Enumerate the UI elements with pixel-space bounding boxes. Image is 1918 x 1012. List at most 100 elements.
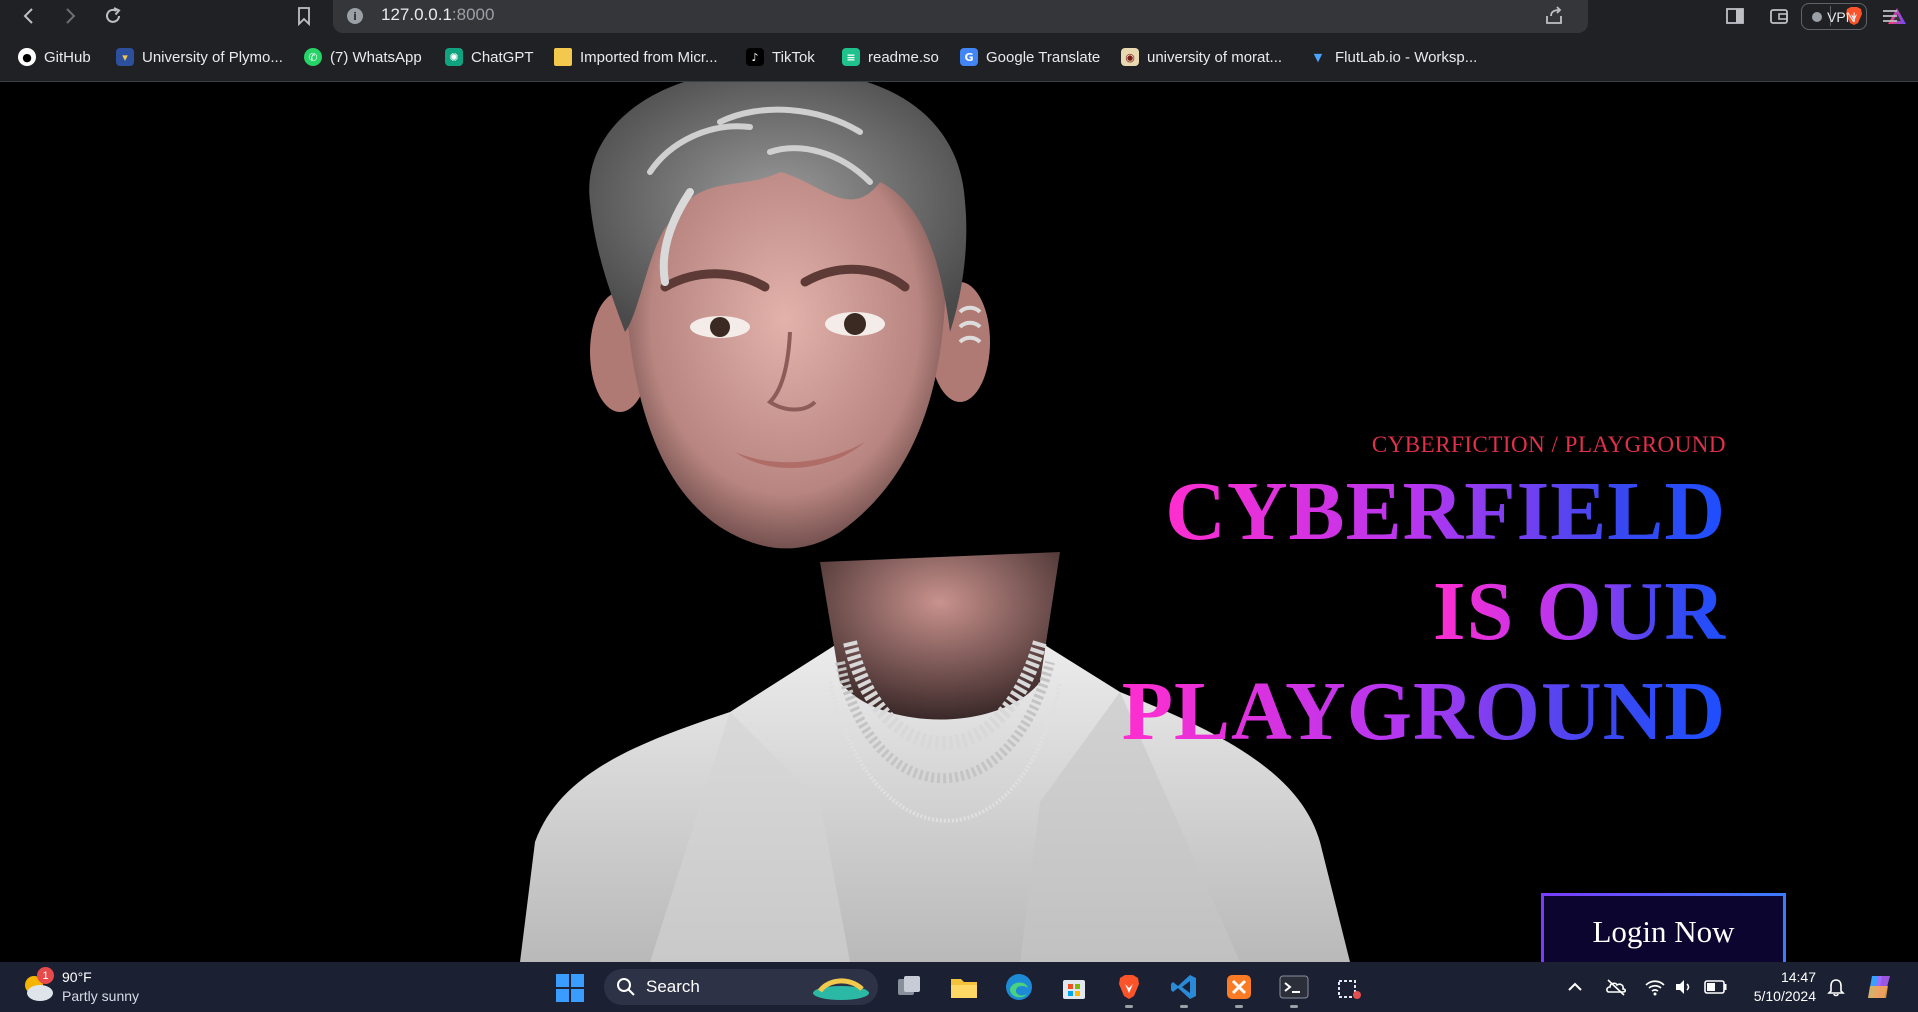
- hero-subtitle: CYBERFICTION / PLAYGROUND: [1371, 432, 1726, 457]
- clock-time: 14:47: [1780, 969, 1816, 985]
- page-viewport: CYBERFICTION / PLAYGROUND CYBERFIELD IS …: [0, 82, 1918, 962]
- terminal-icon: [1279, 975, 1309, 999]
- running-indicator: [1180, 1005, 1188, 1008]
- weather-description: Partly sunny: [62, 988, 140, 1004]
- partly-sunny-icon: 1: [20, 967, 56, 1005]
- reload-icon: [106, 7, 121, 23]
- battery-icon[interactable]: [1704, 978, 1728, 996]
- flutlab-icon: ▼: [1313, 50, 1323, 64]
- notification-bell-icon[interactable]: [1826, 977, 1846, 997]
- system-clock[interactable]: 14:47 5/10/2024: [1740, 968, 1816, 1006]
- bookmark-label: Google Translate: [986, 48, 1101, 66]
- bookmark-flutlab[interactable]: ▼ FlutLab.io - Worksp...: [1309, 45, 1478, 69]
- bookmark-page-button[interactable]: [291, 3, 317, 29]
- bookmark-label: TikTok: [772, 48, 815, 66]
- copilot-icon[interactable]: [1864, 972, 1896, 1002]
- vscode-button[interactable]: [1168, 971, 1200, 1008]
- browser-toolbar: i 127.0.0.1:8000 VPN: [0, 0, 1918, 33]
- search-highlight-art-icon: [813, 978, 869, 1000]
- share-icon[interactable]: [1543, 5, 1565, 27]
- wallet-icon[interactable]: [1768, 5, 1790, 27]
- snipping-tool-icon: [1338, 980, 1361, 999]
- readme-icon: ≡: [842, 48, 860, 66]
- onedrive-offline-icon[interactable]: [1605, 977, 1627, 997]
- forward-button[interactable]: [57, 3, 83, 29]
- bookmark-label: FlutLab.io - Worksp...: [1335, 48, 1478, 66]
- github-icon: ●: [18, 48, 36, 66]
- tiktok-icon: ♪: [746, 48, 764, 66]
- clock-date: 5/10/2024: [1753, 988, 1816, 1004]
- bookmarks-bar: ● GitHub ▾ University of Plymo... ✆ (7) …: [0, 33, 1918, 82]
- login-now-button[interactable]: Login Now: [1541, 893, 1786, 962]
- bookmark-label: university of morat...: [1147, 48, 1283, 66]
- bookmark-chatgpt[interactable]: ✺ ChatGPT: [445, 45, 534, 69]
- search-label: Search: [646, 977, 700, 996]
- running-indicator: [1125, 1005, 1133, 1008]
- microsoft-store-icon: [1063, 980, 1085, 999]
- chatgpt-icon: ✺: [445, 48, 463, 66]
- snipping-tool-button[interactable]: [1333, 971, 1365, 1003]
- bookmark-university-of-plymouth[interactable]: ▾ University of Plymo...: [116, 45, 283, 69]
- volume-icon[interactable]: [1673, 977, 1693, 997]
- bookmark-label: readme.so: [868, 48, 939, 66]
- xampp-icon: [1227, 975, 1251, 999]
- terminal-button[interactable]: [1278, 971, 1310, 1008]
- running-indicator: [1290, 1005, 1298, 1008]
- brave-browser-icon: [1119, 975, 1139, 999]
- edge-browser-button[interactable]: [1003, 971, 1035, 1003]
- weather-widget[interactable]: 1 90°F Partly sunny: [20, 967, 139, 1006]
- bookmark-label: Imported from Micr...: [580, 48, 718, 66]
- hero-headline-line-1: CYBERFIELD: [1165, 462, 1726, 562]
- url-port: :8000: [451, 5, 495, 24]
- microsoft-store-button[interactable]: [1058, 971, 1090, 1003]
- taskbar: 1 90°F Partly sunny Search 14:47 5/10/20…: [0, 962, 1918, 1012]
- weather-notification-badge: 1: [37, 967, 54, 984]
- bookmark-label: ChatGPT: [471, 48, 534, 66]
- hero-headline-line-3: PLAYGROUND: [1122, 662, 1726, 762]
- xampp-button[interactable]: [1223, 971, 1255, 1008]
- hamburger-menu-icon[interactable]: [1880, 6, 1900, 26]
- brave-browser-button[interactable]: [1113, 971, 1145, 1008]
- wifi-icon[interactable]: [1644, 977, 1666, 997]
- url-text[interactable]: 127.0.0.1:8000: [381, 5, 494, 25]
- task-view-icon: [898, 976, 920, 995]
- file-explorer-button[interactable]: [948, 971, 980, 1003]
- folder-icon: [554, 48, 572, 66]
- bookmark-label: GitHub: [44, 48, 91, 66]
- reload-button[interactable]: [100, 3, 126, 29]
- bookmark-google-translate[interactable]: G Google Translate: [960, 45, 1100, 69]
- bookmark-university-of-moratuwa[interactable]: ◉ university of morat...: [1121, 45, 1282, 69]
- bookmark-whatsapp[interactable]: ✆ (7) WhatsApp: [304, 45, 422, 69]
- taskbar-search-box[interactable]: Search: [604, 969, 878, 1005]
- university-crest-icon: ▾: [116, 48, 134, 66]
- search-icon: [617, 978, 635, 996]
- bookmark-label: University of Plymo...: [142, 48, 283, 66]
- vpn-button[interactable]: VPN: [1801, 3, 1867, 30]
- address-bar[interactable]: i 127.0.0.1:8000: [333, 0, 1906, 33]
- weather-temperature: 90°F: [62, 969, 92, 985]
- vpn-status-icon: [1812, 11, 1823, 22]
- bookmark-readme[interactable]: ≡ readme.so: [842, 45, 939, 69]
- bookmark-imported-folder[interactable]: Imported from Micr...: [554, 45, 718, 69]
- vpn-label: VPN: [1827, 8, 1856, 25]
- bookmark-github[interactable]: ● GitHub: [18, 45, 91, 69]
- weather-text: 90°F Partly sunny: [62, 968, 139, 1006]
- bookmark-label: (7) WhatsApp: [330, 48, 422, 66]
- running-indicator: [1235, 1005, 1243, 1008]
- university-moratuwa-icon: ◉: [1121, 48, 1139, 66]
- show-hidden-icons-chevron-icon[interactable]: [1566, 978, 1584, 996]
- back-button[interactable]: [16, 3, 42, 29]
- google-translate-icon: G: [960, 48, 978, 66]
- vscode-icon: [1171, 975, 1196, 999]
- sidebar-toggle-icon[interactable]: [1724, 5, 1746, 27]
- bookmark-tiktok[interactable]: ♪ TikTok: [746, 45, 815, 69]
- site-info-icon[interactable]: i: [347, 8, 363, 24]
- hero-headline-line-2: IS OUR: [1433, 562, 1726, 662]
- windows-start-icon[interactable]: [555, 973, 585, 1003]
- bookmark-icon: [298, 7, 310, 26]
- file-explorer-icon: [951, 979, 977, 998]
- forward-arrow-icon: [66, 8, 76, 24]
- task-view-button[interactable]: [893, 971, 925, 1003]
- edge-icon: [1006, 974, 1032, 1000]
- url-host: 127.0.0.1: [381, 5, 452, 24]
